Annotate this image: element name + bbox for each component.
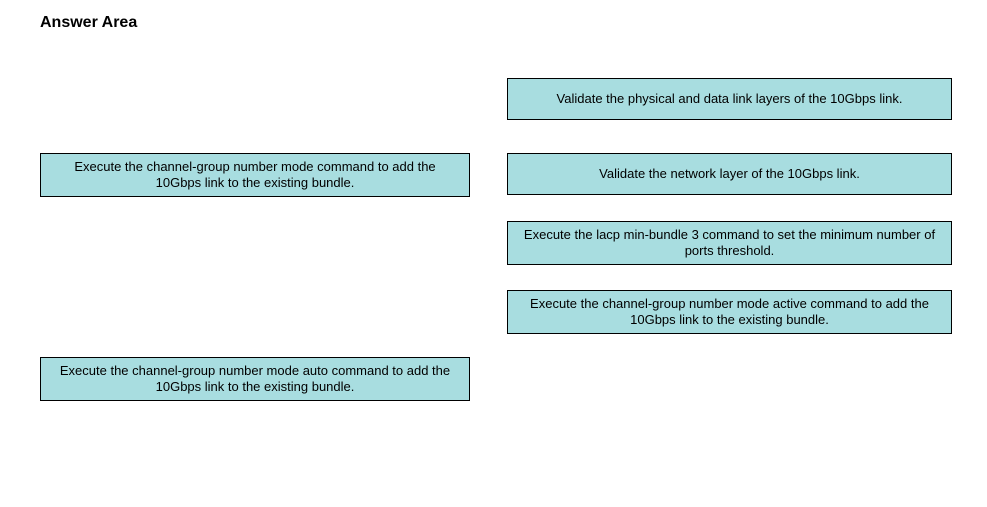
answer-option-text: Execute the channel-group number mode ac…	[518, 296, 941, 329]
answer-option-right-1[interactable]: Validate the physical and data link laye…	[507, 78, 952, 120]
answer-option-text: Execute the channel-group number mode co…	[51, 159, 459, 192]
answer-option-text: Execute the channel-group number mode au…	[51, 363, 459, 396]
answer-option-right-4[interactable]: Execute the channel-group number mode ac…	[507, 290, 952, 334]
answer-option-text: Validate the network layer of the 10Gbps…	[599, 166, 860, 182]
answer-option-text: Validate the physical and data link laye…	[557, 91, 903, 107]
answer-option-left-1[interactable]: Execute the channel-group number mode co…	[40, 153, 470, 197]
answer-option-left-2[interactable]: Execute the channel-group number mode au…	[40, 357, 470, 401]
answer-area-heading: Answer Area	[40, 14, 137, 32]
answer-option-text: Execute the lacp min-bundle 3 command to…	[518, 227, 941, 260]
answer-option-right-2[interactable]: Validate the network layer of the 10Gbps…	[507, 153, 952, 195]
answer-option-right-3[interactable]: Execute the lacp min-bundle 3 command to…	[507, 221, 952, 265]
